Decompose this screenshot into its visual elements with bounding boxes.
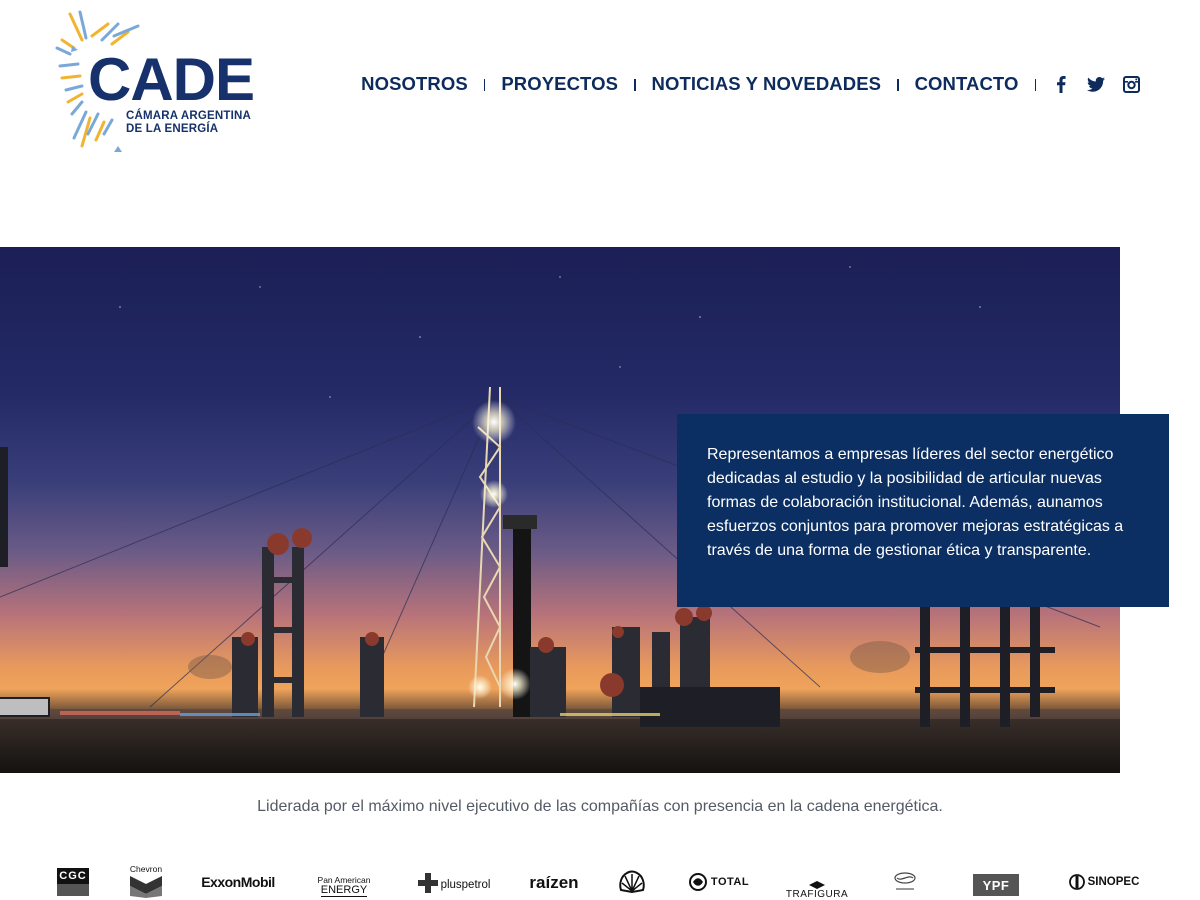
trafigura-logo-icon bbox=[809, 881, 825, 889]
sponsor-raizen[interactable]: raízen bbox=[528, 864, 580, 900]
nav-link-proyectos[interactable]: PROYECTOS bbox=[501, 73, 618, 95]
sinopec-logo-icon bbox=[1068, 874, 1085, 890]
pluspetrol-logo-icon bbox=[417, 873, 438, 893]
sponsor-shell[interactable] bbox=[616, 864, 648, 900]
sponsor-trafigura[interactable]: TRAFIGURA bbox=[786, 864, 848, 900]
sponsor-chevron[interactable]: Chevron bbox=[125, 864, 167, 900]
sponsor-total[interactable]: TOTAL bbox=[688, 864, 750, 900]
logo-wordmark: CADE bbox=[88, 46, 255, 113]
wintershall-logo-icon bbox=[894, 872, 916, 890]
tagline: Liderada por el máximo nivel ejecutivo d… bbox=[257, 798, 943, 815]
cade-logo[interactable]: CADE CÁMARA ARGENTINA DE LA ENERGÍA bbox=[52, 10, 255, 160]
sponsor-cgc[interactable]: CGC bbox=[56, 864, 90, 900]
social-links bbox=[1052, 75, 1140, 93]
sponsor-pluspetrol[interactable]: pluspetrol bbox=[415, 864, 493, 900]
sponsor-ypf[interactable]: YPF bbox=[972, 864, 1020, 900]
logo-subtitle: CÁMARA ARGENTINA DE LA ENERGÍA bbox=[126, 110, 251, 136]
sponsor-sinopec[interactable]: SINOPEC bbox=[1066, 864, 1142, 900]
nav-separator bbox=[1034, 79, 1036, 91]
shell-logo-icon bbox=[619, 870, 645, 894]
nav-separator bbox=[634, 79, 636, 91]
total-logo-icon bbox=[688, 873, 707, 891]
hero-text-box: Representamos a empresas líderes del sec… bbox=[677, 414, 1169, 607]
sponsor-wintershall[interactable] bbox=[885, 864, 925, 900]
sponsor-logos: CGC Chevron ExxonMobil Pan American ENER… bbox=[0, 864, 1200, 900]
nav-separator bbox=[897, 79, 899, 91]
instagram-icon[interactable] bbox=[1122, 75, 1140, 93]
nav-link-nosotros[interactable]: NOSOTROS bbox=[361, 73, 468, 95]
chevron-logo-icon bbox=[130, 876, 162, 898]
nav-separator bbox=[483, 79, 486, 91]
logo-subtitle-line2: DE LA ENERGÍA bbox=[126, 123, 219, 135]
main-nav: NOSOTROS PROYECTOS NOTICIAS Y NOVEDADES … bbox=[361, 72, 1140, 96]
sponsor-pan-american[interactable]: Pan American ENERGY bbox=[312, 864, 376, 900]
facebook-icon[interactable] bbox=[1052, 75, 1070, 93]
logo-subtitle-line1: CÁMARA ARGENTINA bbox=[126, 110, 252, 122]
sponsor-exxonmobil[interactable]: ExxonMobil bbox=[200, 864, 276, 900]
hero-text: Representamos a empresas líderes del sec… bbox=[707, 446, 1124, 559]
nav-link-noticias[interactable]: NOTICIAS Y NOVEDADES bbox=[652, 73, 882, 95]
twitter-icon[interactable] bbox=[1087, 75, 1105, 93]
nav-link-contacto[interactable]: CONTACTO bbox=[915, 73, 1019, 95]
